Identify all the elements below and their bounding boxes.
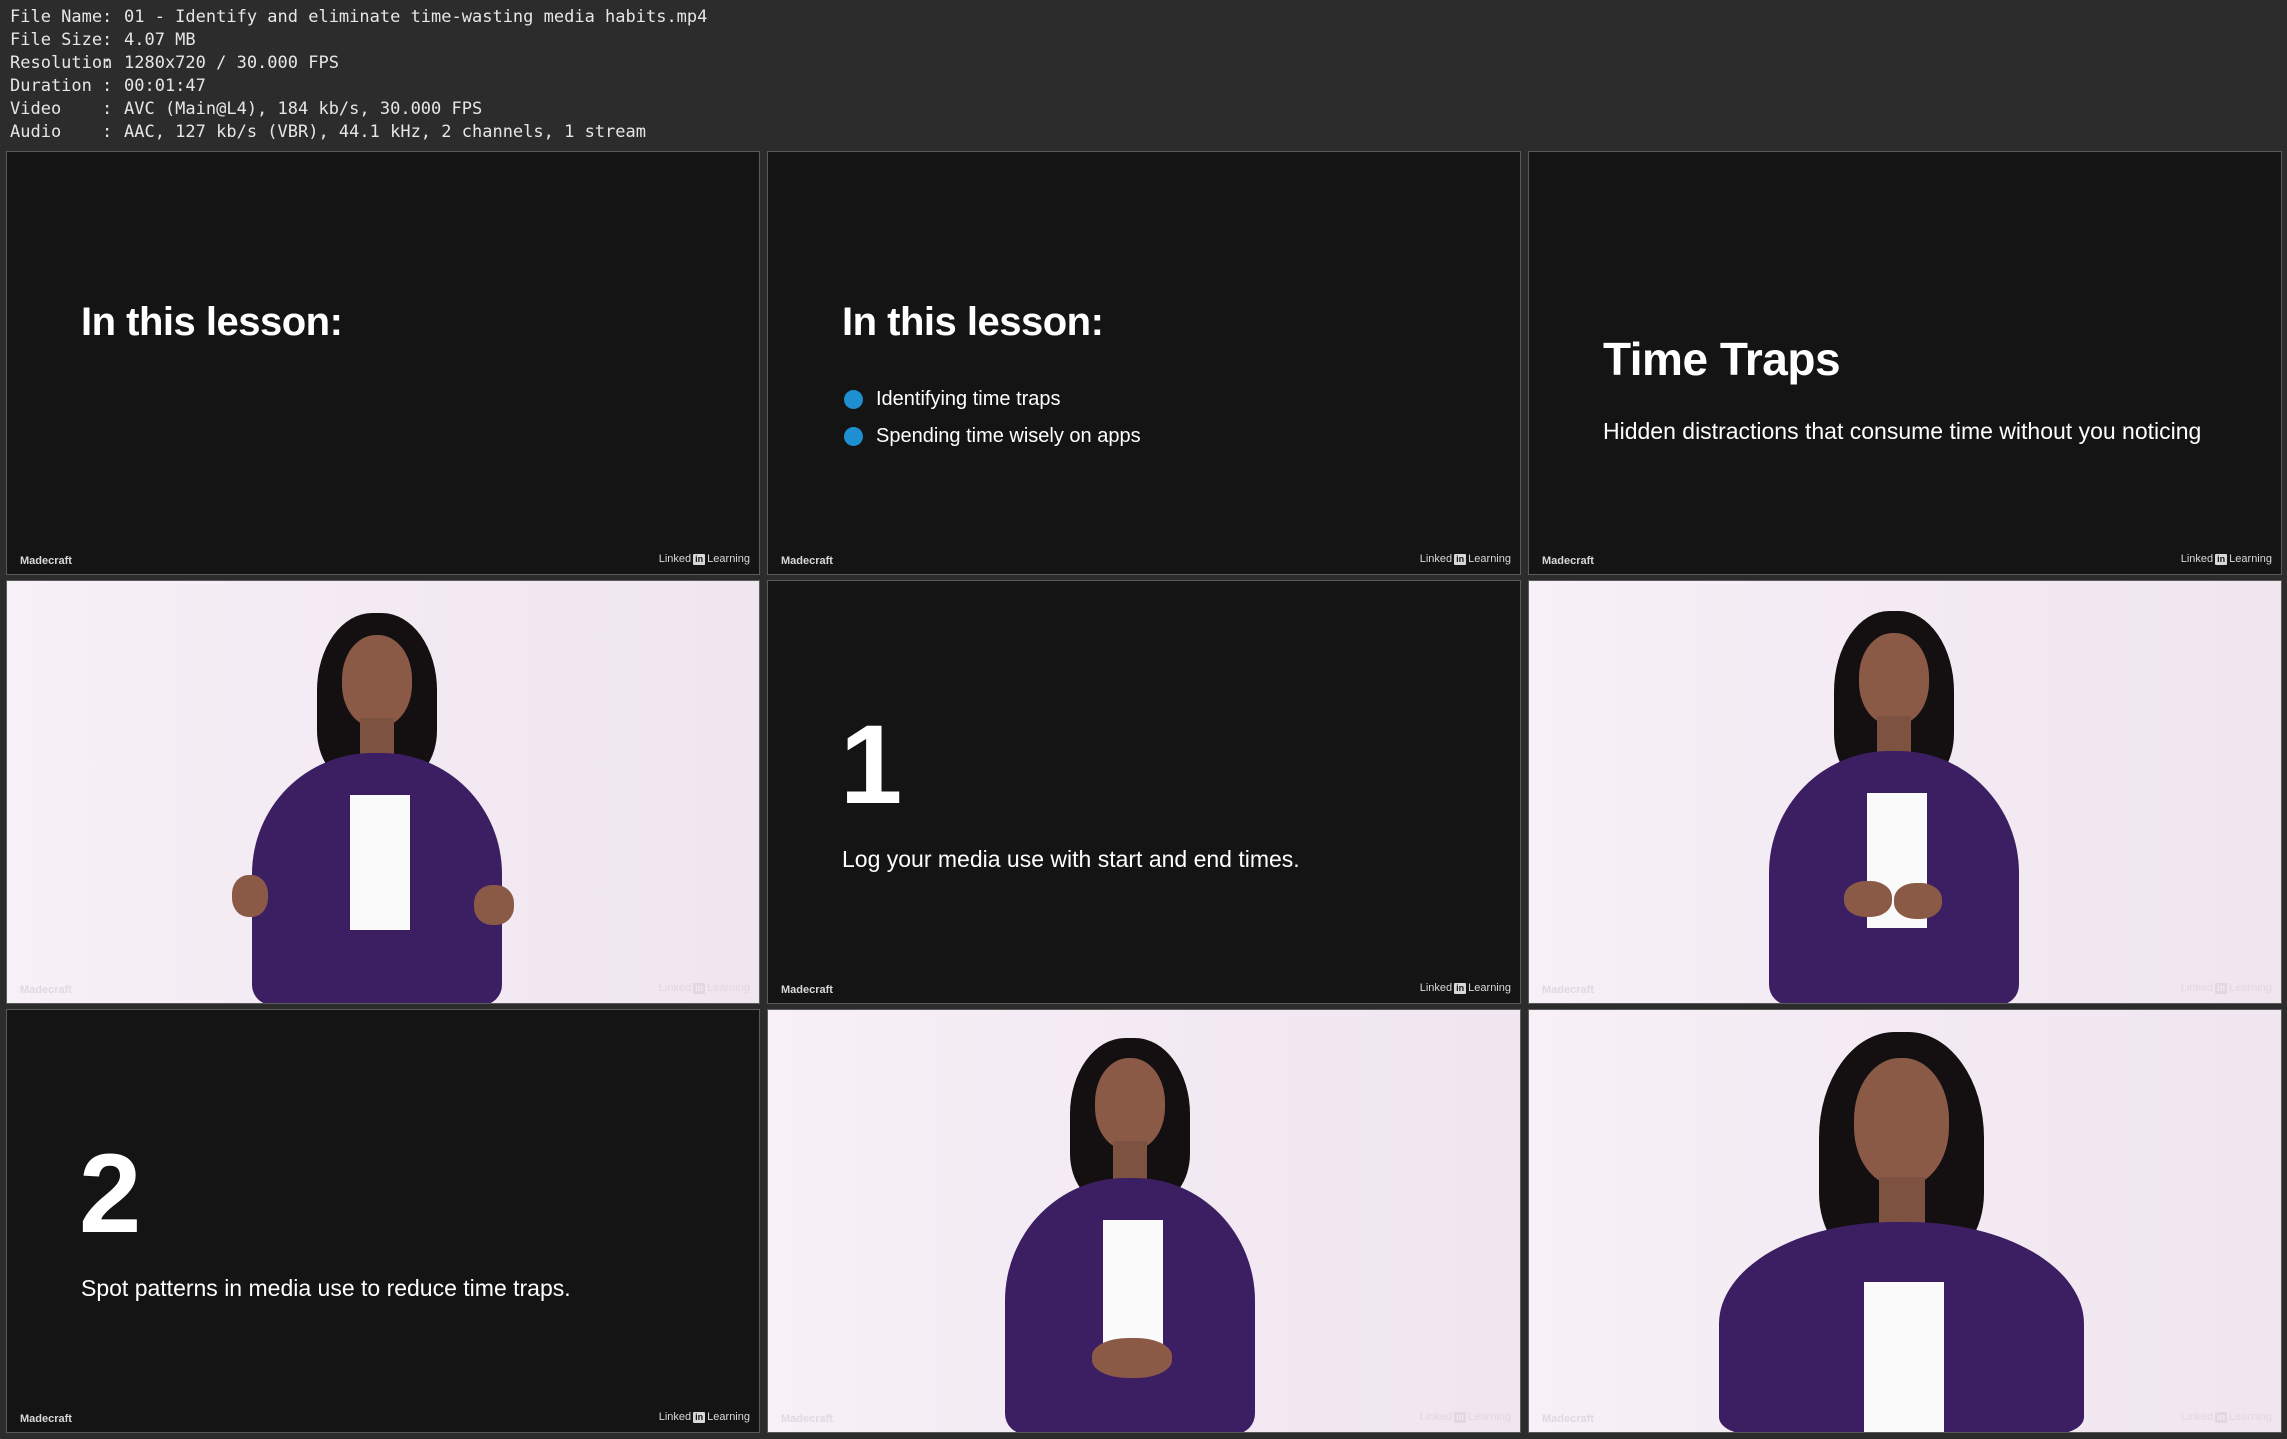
- step-number: 1: [840, 702, 903, 827]
- bullet-item: Identifying time traps: [844, 381, 1141, 418]
- presenter-neck: [1113, 1141, 1147, 1181]
- presenter-shirt: [350, 795, 410, 930]
- slide-title: Time Traps: [1603, 333, 1841, 385]
- madecraft-logo: Madecraft: [20, 1413, 72, 1425]
- thumbnail-lesson-bullets[interactable]: In this lesson: Identifying time traps S…: [767, 151, 1521, 575]
- presenter-face: [342, 635, 412, 727]
- madecraft-logo: Madecraft: [20, 984, 72, 996]
- step-text: Spot patterns in media use to reduce tim…: [81, 1275, 571, 1301]
- presenter-figure: [1719, 1032, 2119, 1432]
- info-row-video: Video: AVC (Main@L4), 184 kb/s, 30.000 FP…: [10, 99, 483, 119]
- thumbnail-time-traps[interactable]: Time Traps Hidden distractions that cons…: [1528, 151, 2282, 575]
- thumbnail-grid: In this lesson: Madecraft Linked in Learni…: [6, 151, 2282, 1433]
- linkedin-learning-logo: Linked in Learning: [658, 982, 750, 994]
- linkedin-learning-logo: Linked in Learning: [1419, 1411, 1511, 1423]
- bullet-dot-icon: [844, 427, 863, 446]
- presenter-hand: [232, 875, 268, 917]
- madecraft-logo: Madecraft: [781, 1413, 833, 1425]
- linkedin-learning-logo: Linked in Learning: [1419, 553, 1511, 565]
- madecraft-logo: Madecraft: [1542, 555, 1594, 567]
- madecraft-logo: Madecraft: [20, 555, 72, 567]
- thumbnail-step-1[interactable]: 1 Log your media use with start and end …: [767, 580, 1521, 1004]
- presenter-figure: [1000, 1038, 1290, 1432]
- madecraft-logo: Madecraft: [1542, 984, 1594, 996]
- presenter-hand: [1092, 1338, 1172, 1378]
- slide-title: In this lesson:: [842, 300, 1104, 344]
- presenter-shirt: [1864, 1282, 1944, 1432]
- info-row-resolution: Resolution:1280x720 / 30.000 FPS: [10, 53, 339, 73]
- presenter-face: [1854, 1058, 1949, 1186]
- presenter-face: [1095, 1058, 1165, 1150]
- presenter-hand: [1894, 883, 1942, 919]
- file-info-panel: File Name:01 - Identify and eliminate ti…: [10, 6, 707, 144]
- presenter-figure: [1764, 611, 2054, 1003]
- info-row-audio: Audio: AAC, 127 kb/s (VBR), 44.1 kHz, 2 c…: [10, 122, 646, 142]
- thumbnail-presenter-3[interactable]: Madecraft Linked in Learning: [767, 1009, 1521, 1433]
- presenter-hand: [474, 885, 514, 925]
- info-row-file-size: File Size:4.07 MB: [10, 30, 196, 50]
- linkedin-learning-logo: Linked in Learning: [1419, 982, 1511, 994]
- slide-description: Hidden distractions that consume time wi…: [1603, 418, 2202, 444]
- bullet-item: Spending time wisely on apps: [844, 418, 1141, 455]
- presenter-figure: [232, 613, 542, 1003]
- linkedin-learning-logo: Linked in Learning: [2180, 553, 2272, 565]
- presenter-hand: [1844, 881, 1892, 917]
- thumbnail-presenter-4[interactable]: Madecraft Linked in Learning: [1528, 1009, 2282, 1433]
- madecraft-logo: Madecraft: [781, 555, 833, 567]
- presenter-shirt: [1103, 1220, 1163, 1355]
- linkedin-learning-logo: Linked in Learning: [658, 553, 750, 565]
- linkedin-learning-logo: Linked in Learning: [658, 1411, 750, 1423]
- presenter-face: [1859, 633, 1929, 725]
- thumbnail-lesson-intro[interactable]: In this lesson: Madecraft Linked in Learni…: [6, 151, 760, 575]
- slide-title: In this lesson:: [81, 300, 343, 344]
- thumbnail-step-2[interactable]: 2 Spot patterns in media use to reduce t…: [6, 1009, 760, 1433]
- lesson-bullets: Identifying time traps Spending time wis…: [844, 381, 1141, 455]
- thumbnail-presenter-1[interactable]: Madecraft Linked in Learning: [6, 580, 760, 1004]
- linkedin-learning-logo: Linked in Learning: [2180, 1411, 2272, 1423]
- presenter-neck: [360, 718, 394, 758]
- info-row-duration: Duration:00:01:47: [10, 76, 206, 96]
- madecraft-logo: Madecraft: [1542, 1413, 1594, 1425]
- step-text: Log your media use with start and end ti…: [842, 846, 1300, 872]
- thumbnail-presenter-2[interactable]: Madecraft Linked in Learning: [1528, 580, 2282, 1004]
- linkedin-learning-logo: Linked in Learning: [2180, 982, 2272, 994]
- madecraft-logo: Madecraft: [781, 984, 833, 996]
- step-number: 2: [79, 1131, 142, 1256]
- presenter-neck: [1877, 716, 1911, 756]
- info-row-file-name: File Name:01 - Identify and eliminate ti…: [10, 7, 708, 27]
- bullet-dot-icon: [844, 390, 863, 409]
